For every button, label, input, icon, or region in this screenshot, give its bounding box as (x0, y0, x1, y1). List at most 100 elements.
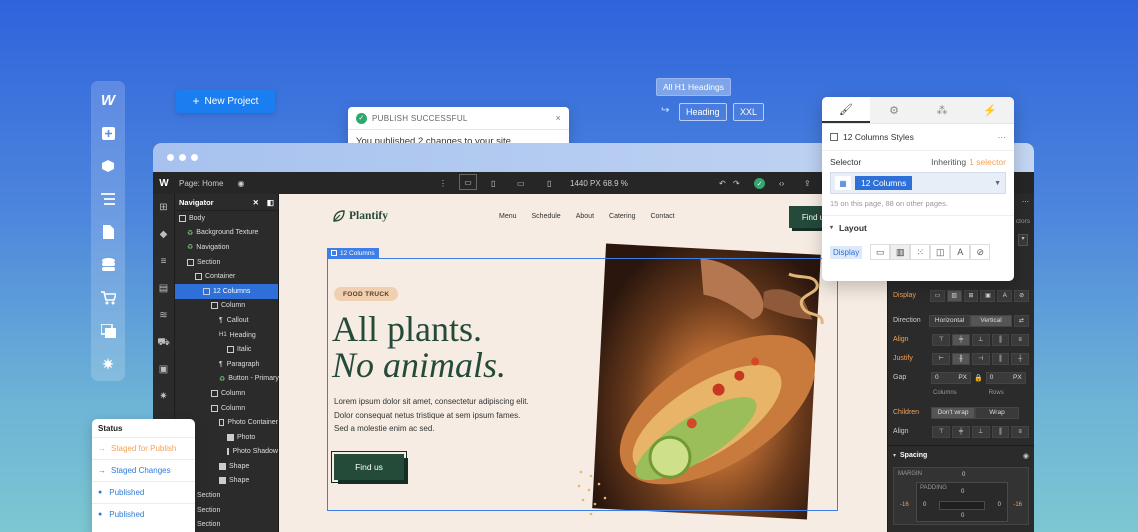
navigator-row[interactable]: ♻ Navigation (175, 240, 278, 255)
grid-icon[interactable]: ⊞ (963, 289, 979, 302)
chevron-down-icon[interactable]: ▼ (994, 180, 1001, 187)
inline-block-icon[interactable]: ◫ (930, 244, 951, 260)
align-baseline-icon[interactable]: ≡ (1011, 333, 1030, 346)
menu-link[interactable]: Catering (609, 213, 635, 220)
lock-icon[interactable]: 🔒 (974, 374, 983, 382)
block-icon[interactable]: ▭ (929, 289, 945, 302)
desktop-breakpoint-icon[interactable]: ▭ (459, 174, 477, 190)
dock-icon[interactable]: ◧ (267, 198, 274, 207)
status-item[interactable]: ● Published (92, 481, 195, 503)
target-icon[interactable]: ◉ (1023, 452, 1029, 460)
export-icon[interactable]: ⇪ (804, 179, 811, 188)
add-icon[interactable] (98, 122, 118, 144)
menu-link[interactable]: Menu (499, 213, 517, 220)
menu-link[interactable]: Contact (650, 213, 674, 220)
padding-right-value[interactable]: 0 (998, 502, 1001, 508)
hero-heading-line2[interactable]: No animals. (332, 347, 506, 383)
navigator-row[interactable]: ¶ Paragraph (175, 357, 278, 372)
navigator-row[interactable]: H1 Heading (175, 328, 278, 343)
gap-column-input[interactable]: 0 PX (931, 371, 971, 384)
more-icon[interactable]: ⋯ (1022, 198, 1029, 206)
more-icon[interactable]: ··· (998, 132, 1007, 142)
dont-wrap-button[interactable]: Don't wrap (931, 406, 975, 419)
navigator-row[interactable]: ♻ Button - Primary (175, 372, 279, 387)
align-content-between-icon[interactable]: ≡ (1011, 425, 1030, 438)
webflow-logo-icon[interactable]: W (98, 89, 118, 111)
code-icon[interactable]: ‹› (779, 179, 784, 188)
settings-icon[interactable]: ✷ (157, 390, 171, 404)
assets-icon[interactable] (98, 320, 118, 342)
flex-icon[interactable]: ▥ (890, 244, 911, 260)
margin-left-value[interactable]: -16 (900, 502, 909, 508)
navigator-row[interactable]: ♻ Background Texture (175, 226, 278, 241)
redo-icon[interactable]: ↷ (733, 179, 740, 188)
heading-tag[interactable]: Heading (679, 103, 727, 121)
inline-icon[interactable]: A (997, 289, 1013, 302)
menu-link[interactable]: Schedule (532, 213, 561, 220)
interactions-tab-icon[interactable]: ⁂ (918, 97, 966, 123)
xxl-tag[interactable]: XXL (733, 103, 765, 121)
publish-check-icon[interactable]: ✓ (754, 178, 765, 189)
hero-paragraph[interactable]: Lorem ipsum dolor sit amet, consectetur … (334, 395, 534, 436)
webflow-small-logo-icon[interactable]: W (153, 178, 175, 189)
hero-heading-line1[interactable]: All plants. (332, 311, 482, 347)
page-selector[interactable]: Page: Home (179, 179, 223, 188)
food-truck-badge[interactable]: FOOD TRUCK (334, 287, 399, 301)
cube-icon[interactable] (98, 155, 118, 177)
selector-chip[interactable]: 12 Columns (855, 176, 913, 190)
lightning-tab-icon[interactable]: ⚡ (966, 97, 1014, 123)
justify-between-icon[interactable]: ║ (991, 352, 1010, 365)
layout-header[interactable]: ▾ Layout (822, 215, 1014, 239)
align-content-start-icon[interactable]: ⊤ (932, 425, 951, 438)
selection-tag[interactable]: 12 Columns (327, 248, 379, 258)
dropdown-icon[interactable]: ▾ (1018, 234, 1028, 246)
padding-left-value[interactable]: 0 (923, 502, 926, 508)
align-content-end-icon[interactable]: ⊥ (971, 425, 990, 438)
none-icon[interactable]: ⊘ (1014, 289, 1030, 302)
justify-end-icon[interactable]: ⊣ (971, 352, 990, 365)
align-start-icon[interactable]: ⊤ (932, 333, 951, 346)
list-icon[interactable]: ≡ (157, 255, 171, 269)
navigator-row[interactable]: Container (175, 269, 278, 284)
navigator-row[interactable]: 12 Columns (175, 283, 278, 299)
inherit-count[interactable]: 1 selector (969, 157, 1006, 167)
close-icon[interactable]: × (555, 113, 561, 123)
margin-top-value[interactable]: 0 (962, 472, 965, 478)
justify-around-icon[interactable]: ┼ (1011, 352, 1030, 365)
padding-top-value[interactable]: 0 (961, 489, 964, 495)
site-logo[interactable]: Plantify (333, 210, 388, 222)
navigator-row[interactable]: Column (175, 401, 278, 416)
navigator-row[interactable]: ¶ Callout (175, 313, 278, 328)
cart-icon[interactable]: ⛟ (157, 336, 171, 350)
margin-right-value[interactable]: -16 (1013, 502, 1022, 508)
list-icon[interactable] (98, 188, 118, 210)
horizontal-button[interactable]: Horizontal (928, 314, 971, 327)
selector-field[interactable]: ▦ 12 Columns ▼ (830, 172, 1006, 194)
add-icon[interactable]: ⊞ (157, 201, 171, 215)
style-brush-icon[interactable]: 🖌 (822, 97, 870, 123)
gap-row-input[interactable]: 0 PX (985, 371, 1026, 384)
styles-checkbox[interactable] (830, 133, 838, 141)
inline-block-icon[interactable]: ▣ (980, 289, 996, 302)
database-icon[interactable] (98, 254, 118, 276)
none-icon[interactable]: ⊘ (970, 244, 991, 260)
wrap-button[interactable]: Wrap (975, 406, 1019, 419)
tablet-breakpoint-icon[interactable]: ▯ (491, 179, 495, 188)
grid-icon[interactable]: ⁙ (910, 244, 931, 260)
justify-start-icon[interactable]: ⊢ (932, 352, 951, 365)
navigator-row[interactable]: Italic (175, 342, 278, 357)
more-vertical-icon[interactable]: ⋮ (439, 179, 447, 188)
hero-find-us-button[interactable]: Find us (331, 451, 407, 483)
flex-icon[interactable]: ▥ (946, 289, 962, 302)
mobile-breakpoint-icon[interactable]: ▯ (547, 179, 551, 188)
status-item[interactable]: ● Published (92, 503, 195, 525)
eye-icon[interactable]: ◉ (237, 179, 244, 188)
align-center-icon[interactable]: ╪ (952, 333, 970, 346)
align-content-stretch-icon[interactable]: ║ (991, 425, 1010, 438)
status-item[interactable]: → Staged for Publish (92, 437, 195, 459)
vertical-button[interactable]: Vertical (970, 314, 1012, 327)
padding-bottom-value[interactable]: 0 (961, 513, 964, 519)
block-icon[interactable]: ▭ (870, 244, 891, 260)
justify-center-icon[interactable]: ╫ (952, 352, 970, 365)
settings-icon[interactable]: ✷ (98, 353, 118, 375)
